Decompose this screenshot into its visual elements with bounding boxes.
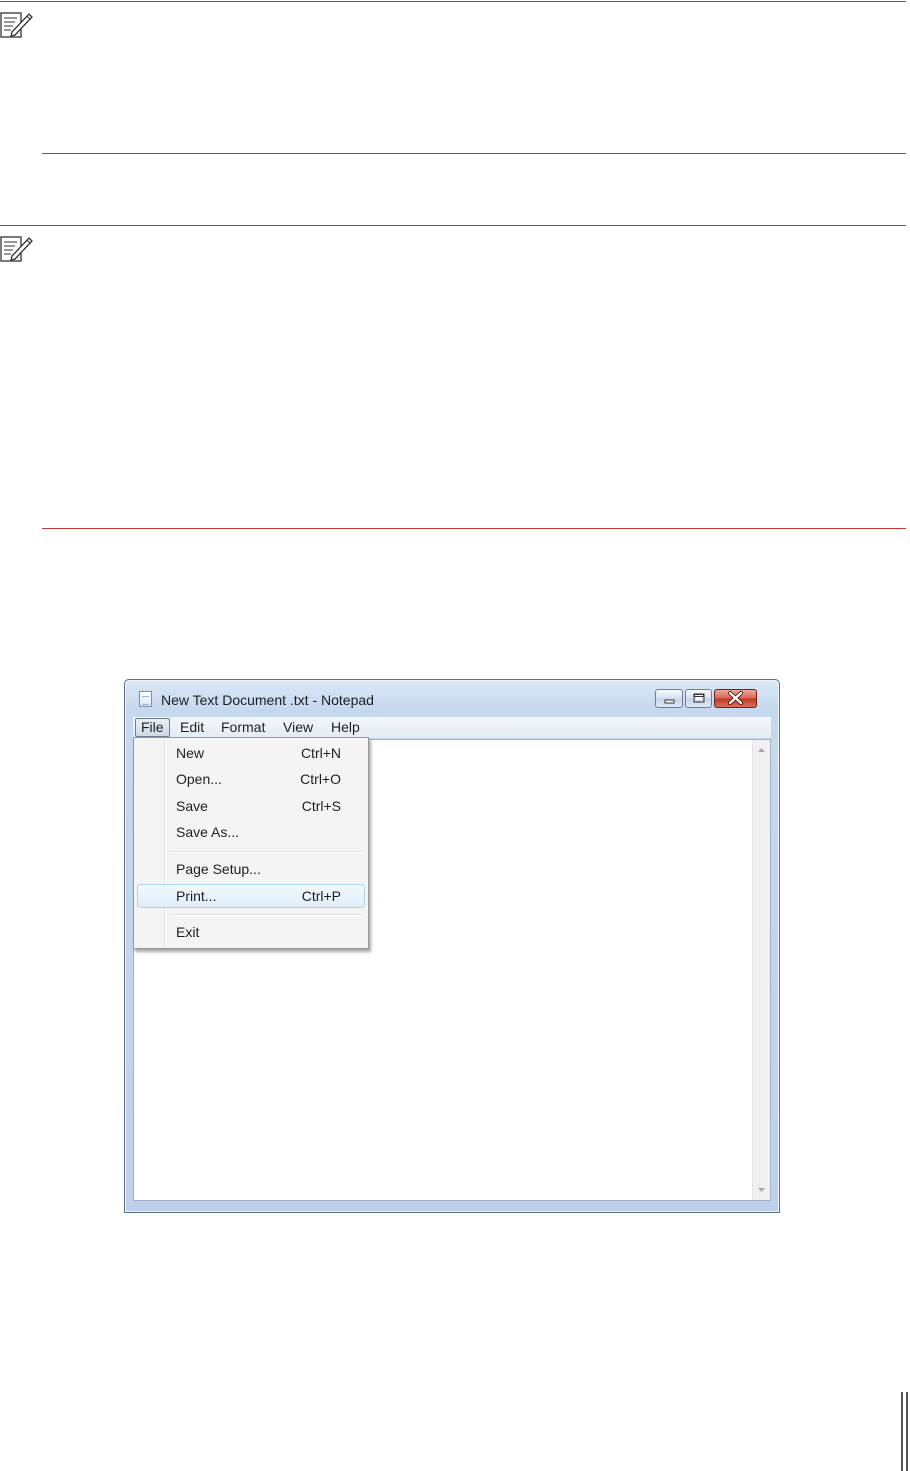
menu-item-print[interactable]: Print... Ctrl+P bbox=[137, 884, 365, 908]
menu-item-open[interactable]: Open... Ctrl+O bbox=[137, 767, 365, 791]
menu-item-save[interactable]: Save Ctrl+S bbox=[137, 794, 365, 818]
note-rule-bottom bbox=[42, 528, 906, 529]
menu-item-shortcut: Ctrl+P bbox=[301, 888, 341, 904]
close-icon bbox=[728, 691, 743, 705]
page-edge-mark bbox=[906, 1392, 908, 1471]
menu-item-label: Save bbox=[176, 798, 208, 814]
note-rule-top bbox=[0, 225, 906, 226]
note-pencil-icon bbox=[0, 236, 33, 262]
menu-item-shortcut: Ctrl+N bbox=[300, 745, 341, 761]
menu-separator bbox=[169, 851, 363, 853]
minimize-icon bbox=[664, 699, 675, 704]
menu-view[interactable]: View bbox=[278, 718, 318, 737]
menu-item-label: Save As... bbox=[176, 824, 240, 840]
menu-item-label: Exit bbox=[176, 924, 200, 940]
page-edge-mark bbox=[901, 1392, 903, 1471]
note-pencil-icon bbox=[0, 12, 33, 38]
menu-item-shortcut: Ctrl+S bbox=[301, 798, 341, 814]
close-button[interactable] bbox=[714, 689, 757, 708]
file-menu-dropdown: New Ctrl+N Open... Ctrl+O Save Ctrl+S Sa… bbox=[133, 737, 369, 949]
menu-bar: File Edit Format View Help bbox=[133, 717, 771, 738]
note-rule-top bbox=[0, 1, 906, 2]
scroll-up-icon[interactable] bbox=[753, 742, 770, 759]
menu-item-label: New bbox=[176, 745, 205, 761]
maximize-icon bbox=[693, 693, 705, 703]
minimize-button[interactable] bbox=[655, 689, 683, 708]
menu-edit[interactable]: Edit bbox=[175, 718, 209, 737]
scroll-down-icon[interactable] bbox=[753, 1181, 770, 1198]
note-rule-bottom bbox=[42, 153, 906, 154]
menu-item-new[interactable]: New Ctrl+N bbox=[137, 741, 365, 765]
menu-item-label: Open... bbox=[176, 771, 222, 787]
vertical-scrollbar[interactable] bbox=[752, 740, 770, 1200]
menu-file[interactable]: File bbox=[135, 718, 170, 737]
menu-item-label: Page Setup... bbox=[176, 861, 261, 877]
menu-help[interactable]: Help bbox=[326, 718, 365, 737]
maximize-button[interactable] bbox=[685, 689, 712, 708]
title-bar[interactable]: New Text Document .txt - Notepad bbox=[125, 680, 779, 716]
menu-format[interactable]: Format bbox=[216, 718, 270, 737]
menu-item-shortcut: Ctrl+O bbox=[300, 771, 341, 787]
menu-separator bbox=[169, 914, 363, 916]
menu-item-page-setup[interactable]: Page Setup... bbox=[137, 857, 365, 881]
menu-item-exit[interactable]: Exit bbox=[137, 920, 365, 944]
menu-item-label: Print... bbox=[176, 888, 217, 904]
menu-item-save-as[interactable]: Save As... bbox=[137, 820, 365, 844]
window-title: New Text Document .txt - Notepad bbox=[161, 692, 374, 708]
notepad-app-icon bbox=[139, 691, 152, 707]
